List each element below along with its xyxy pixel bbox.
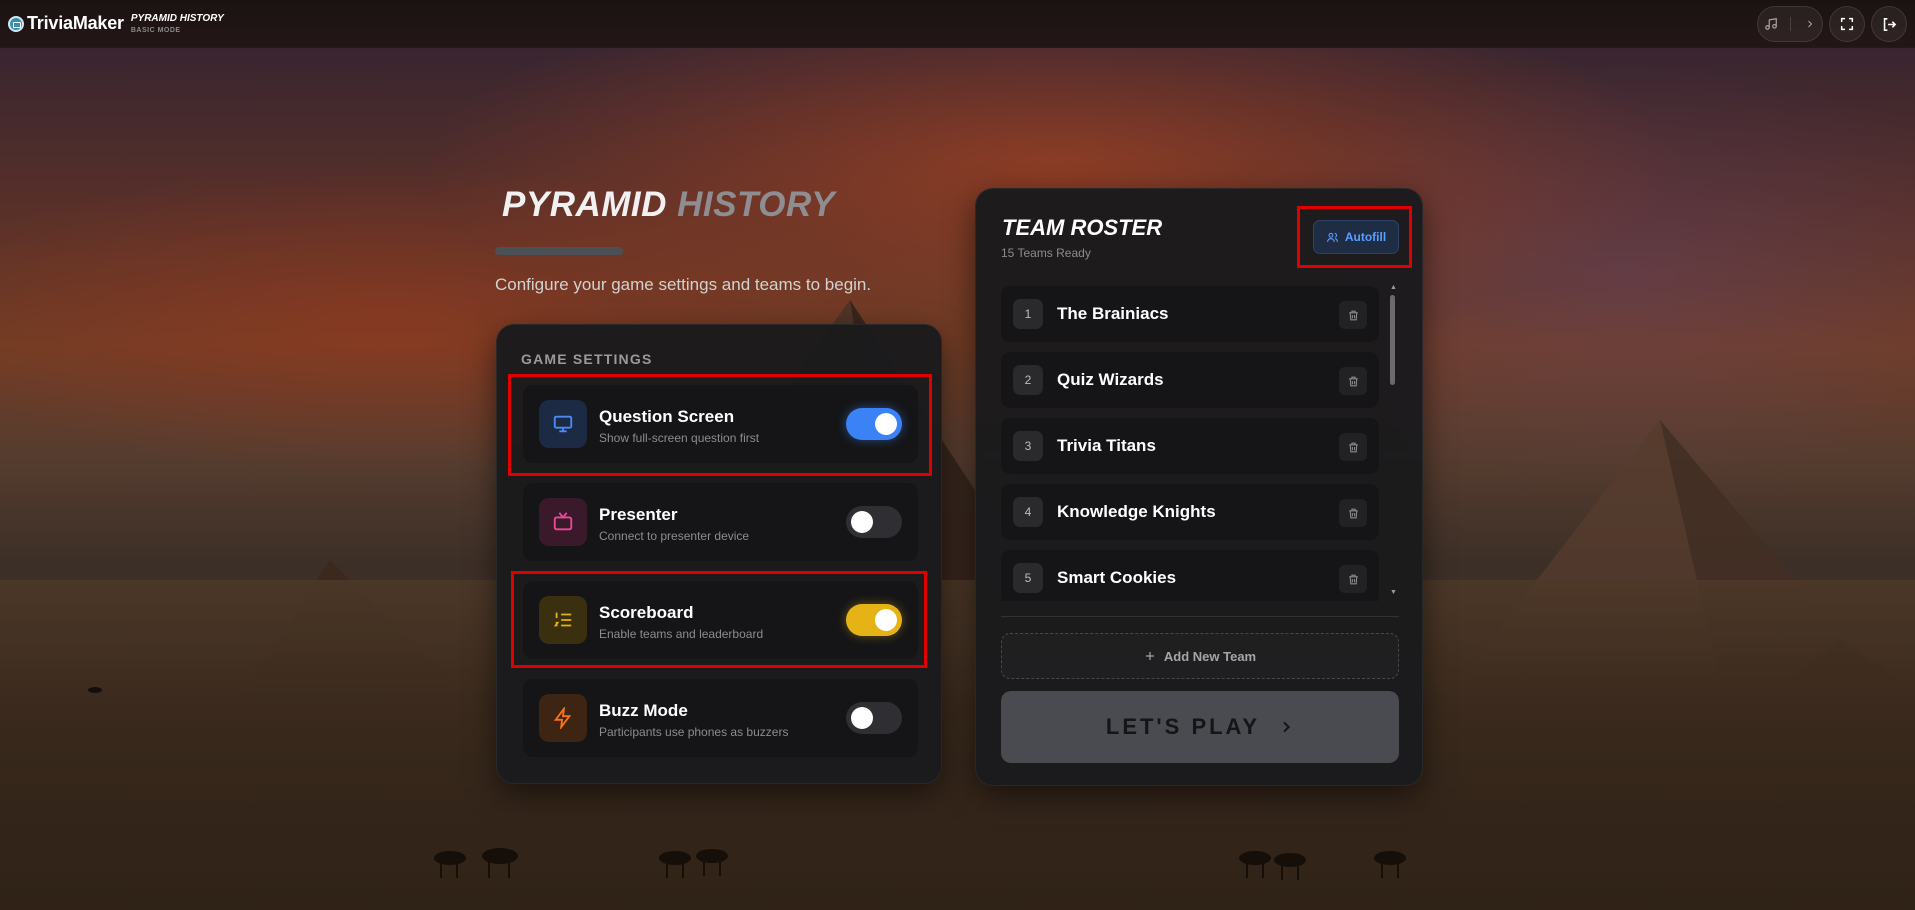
add-team-label: Add New Team <box>1163 648 1257 664</box>
monitor-icon <box>539 400 587 448</box>
scrollbar-thumb[interactable] <box>1390 295 1395 385</box>
divider <box>1001 616 1399 617</box>
music-note-icon[interactable] <box>1764 17 1778 31</box>
fullscreen-button[interactable] <box>1829 6 1865 42</box>
setting-description: Show full-screen question first <box>599 431 760 445</box>
roster-subtitle: 15 Teams Ready <box>1001 246 1091 260</box>
users-icon <box>1326 232 1338 242</box>
team-number: 3 <box>1013 431 1043 461</box>
brand-name: TriviaMaker <box>27 13 124 33</box>
buzz-mode-toggle[interactable] <box>846 702 902 734</box>
team-row[interactable]: 1 The Brainiacs <box>1001 286 1379 342</box>
roster-title: TEAM ROSTER <box>1002 215 1163 240</box>
chevron-right-icon <box>1283 721 1291 733</box>
team-row[interactable]: 3 Trivia Titans <box>1001 418 1379 474</box>
trivia-monitor-icon <box>8 15 24 32</box>
team-name: Trivia Titans <box>1057 436 1156 455</box>
team-row[interactable]: 5 Smart Cookies <box>1001 550 1379 601</box>
team-roster-card: TEAM ROSTER 15 Teams Ready Autofill 1 Th… <box>975 188 1423 786</box>
brand: TriviaMaker PYRAMID HISTORY BASIC MODE <box>8 13 224 34</box>
setting-name: Buzz Mode <box>599 701 688 720</box>
game-info: PYRAMID HISTORY BASIC MODE <box>130 12 224 34</box>
add-team-button[interactable]: Add New Team <box>1001 633 1399 679</box>
fullscreen-icon <box>1840 17 1854 31</box>
lightning-icon <box>539 694 587 742</box>
chevron-right-icon[interactable] <box>1804 18 1816 30</box>
mode-label: BASIC MODE <box>130 26 181 34</box>
team-row[interactable]: 4 Knowledge Knights <box>1001 484 1379 540</box>
title-part-1: PYRAMID <box>502 185 667 224</box>
top-controls <box>1757 6 1907 42</box>
delete-team-button[interactable] <box>1339 499 1367 527</box>
delete-team-button[interactable] <box>1339 301 1367 329</box>
team-name: Smart Cookies <box>1057 568 1177 587</box>
setting-buzz-mode: Buzz Mode Participants use phones as buz… <box>523 679 918 757</box>
logout-icon <box>1883 17 1896 31</box>
top-bar: TriviaMaker PYRAMID HISTORY BASIC MODE <box>0 0 1915 48</box>
delete-team-button[interactable] <box>1339 565 1367 593</box>
lets-play-button[interactable]: LET'S PLAY <box>1001 691 1399 763</box>
setting-name: Scoreboard <box>599 603 694 622</box>
page-title: PYRAMID HISTORY <box>502 185 835 225</box>
autofill-button[interactable]: Autofill <box>1313 220 1399 254</box>
team-name: Quiz Wizards <box>1057 370 1164 389</box>
plus-icon <box>1145 652 1154 660</box>
team-number: 2 <box>1013 365 1043 395</box>
team-number: 1 <box>1013 299 1043 329</box>
trash-icon <box>1348 376 1358 386</box>
music-control[interactable] <box>1757 6 1823 42</box>
setting-scoreboard: Scoreboard Enable teams and leaderboard <box>523 581 918 659</box>
tv-icon <box>539 498 587 546</box>
title-part-2: HISTORY <box>677 185 835 224</box>
delete-team-button[interactable] <box>1339 433 1367 461</box>
title-underline <box>495 247 623 255</box>
team-row[interactable]: 2 Quiz Wizards <box>1001 352 1379 408</box>
setting-question-screen: Question Screen Show full-screen questio… <box>523 385 918 463</box>
team-name: Knowledge Knights <box>1057 502 1216 521</box>
settings-heading: GAME SETTINGS <box>521 351 653 367</box>
trash-icon <box>1348 310 1358 320</box>
setting-name: Presenter <box>599 505 678 524</box>
trash-icon <box>1348 442 1358 452</box>
team-number: 5 <box>1013 563 1043 593</box>
page-subtitle: Configure your game settings and teams t… <box>495 275 872 294</box>
team-list-scrollbar[interactable] <box>1390 289 1395 594</box>
exit-button[interactable] <box>1871 6 1907 42</box>
team-list: 1 The Brainiacs 2 Quiz Wizards 3 Trivia … <box>1001 286 1381 601</box>
question-screen-toggle[interactable] <box>846 408 902 440</box>
setting-presenter: Presenter Connect to presenter device <box>523 483 918 561</box>
setting-name: Question Screen <box>599 407 735 426</box>
game-settings-card: GAME SETTINGS Question Screen Show full-… <box>496 324 942 784</box>
scroll-down-icon[interactable]: ▼ <box>1390 589 1397 596</box>
delete-team-button[interactable] <box>1339 367 1367 395</box>
trash-icon <box>1348 508 1358 518</box>
presenter-toggle[interactable] <box>846 506 902 538</box>
team-number: 4 <box>1013 497 1043 527</box>
autofill-label: Autofill <box>1344 230 1387 244</box>
list-ordered-icon <box>539 596 587 644</box>
scoreboard-toggle[interactable] <box>846 604 902 636</box>
play-label: LET'S PLAY <box>1105 714 1261 739</box>
setting-description: Connect to presenter device <box>599 529 750 543</box>
setting-description: Enable teams and leaderboard <box>599 627 764 641</box>
team-name: The Brainiacs <box>1057 304 1169 323</box>
game-title: PYRAMID HISTORY <box>130 12 224 24</box>
desert-background <box>0 0 1915 910</box>
trash-icon <box>1348 574 1358 584</box>
setting-description: Participants use phones as buzzers <box>599 725 789 739</box>
